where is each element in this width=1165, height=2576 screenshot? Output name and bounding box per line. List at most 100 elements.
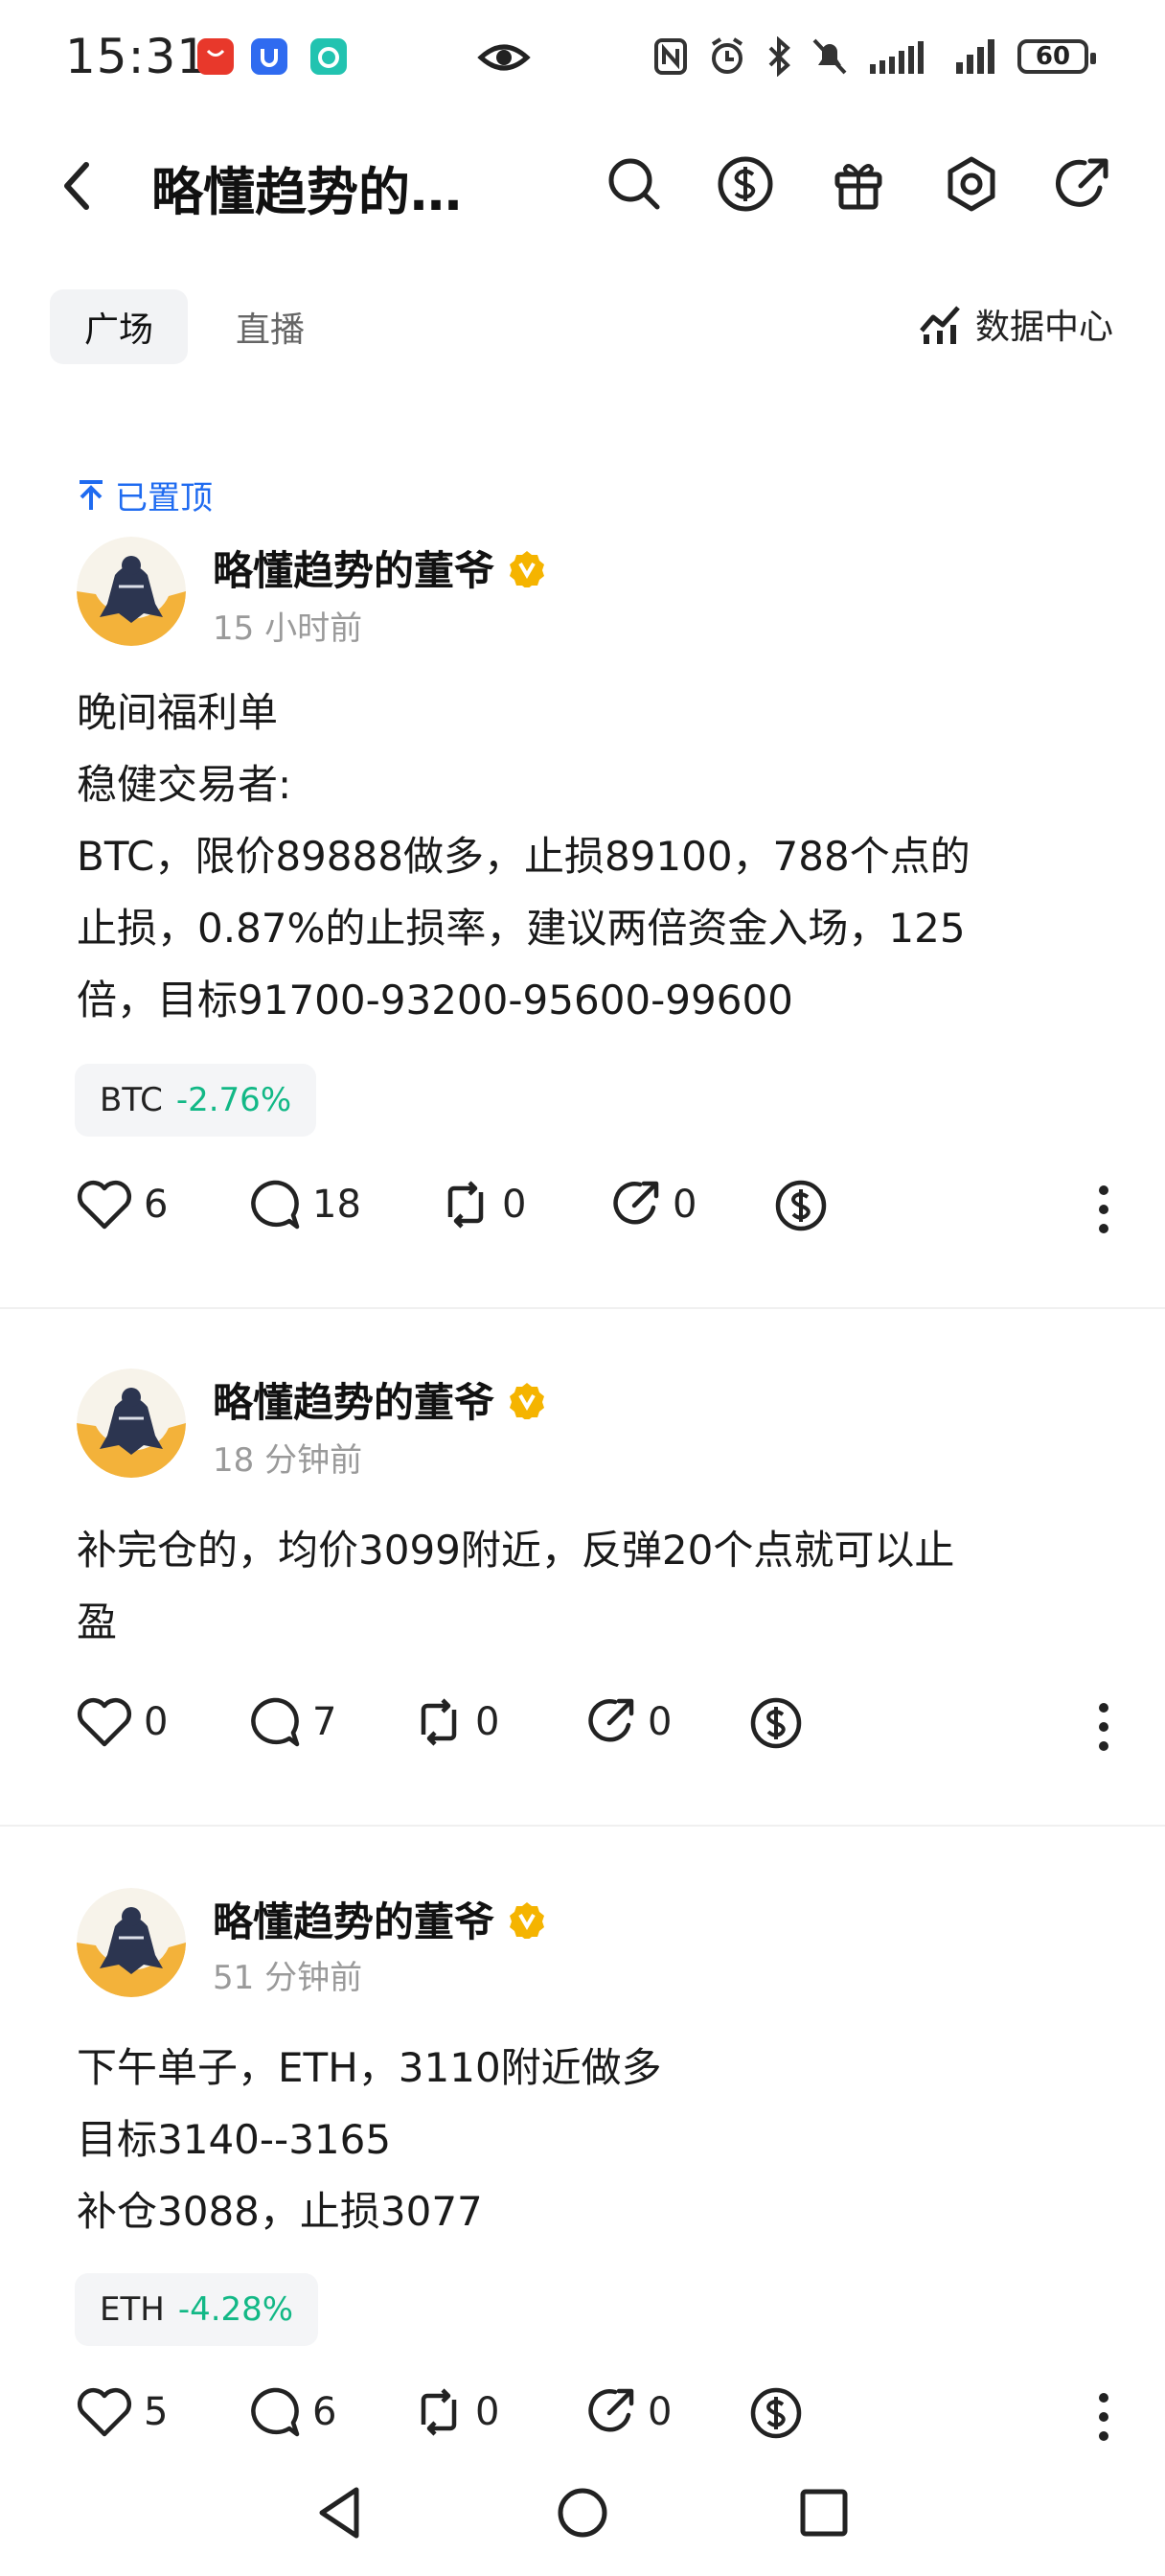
repost-icon [447, 1181, 484, 1229]
post-line: 补仓3088，止损3077 [77, 2188, 483, 2235]
comment-button[interactable]: 18 [247, 1179, 361, 1230]
share-count: 0 [648, 1700, 673, 1744]
author-name[interactable]: 略懂趋势的董爷 [213, 1370, 546, 1429]
post-actions: 0 7 0 0 [77, 1696, 1111, 1763]
dollar-icon [750, 1697, 802, 1749]
more-options-icon[interactable] [1096, 1183, 1111, 1240]
post-time: 51 分钟前 [213, 1959, 363, 1997]
verified-icon [510, 550, 545, 587]
comment-count: 6 [312, 2390, 337, 2434]
share-count: 0 [673, 1183, 697, 1227]
search-icon[interactable] [604, 153, 665, 215]
share-icon [588, 2388, 634, 2432]
repost-icon [421, 1698, 457, 1746]
coin-tag[interactable]: BTC -2.76% [75, 1064, 317, 1137]
back-button[interactable] [57, 159, 96, 217]
comment-count: 7 [312, 1700, 337, 1744]
like-count: 6 [144, 1183, 169, 1227]
heart-icon [77, 1698, 132, 1747]
repost-button[interactable]: 0 [414, 1696, 499, 1748]
more-options-icon[interactable] [1096, 1700, 1111, 1758]
comment-button[interactable]: 6 [247, 2386, 336, 2438]
battery-indicator: 60 [1017, 39, 1096, 74]
share-count: 0 [648, 2390, 673, 2434]
data-center-button[interactable]: 数据中心 [918, 299, 1113, 349]
share-icon [613, 1181, 659, 1225]
share-button[interactable]: 0 [609, 1179, 697, 1230]
avatar[interactable] [77, 1888, 186, 1997]
eye-icon [477, 38, 531, 80]
post-content[interactable]: 补完仓的，均价3099附近，反弹20个点就可以止 盈 [77, 1514, 1092, 1658]
like-count: 5 [144, 2390, 169, 2434]
post-line: 稳健交易者: [77, 761, 292, 808]
page-title: 略懂趋势的… [151, 162, 462, 222]
dollar-icon[interactable] [715, 153, 776, 215]
comment-button[interactable]: 7 [247, 1696, 336, 1748]
tip-button[interactable] [749, 2386, 803, 2440]
avatar[interactable] [77, 1368, 186, 1478]
share-button[interactable]: 0 [584, 2386, 672, 2438]
coin-symbol: BTC [100, 1081, 163, 1119]
signal-icon [870, 41, 924, 74]
nav-back-button[interactable] [312, 2484, 366, 2545]
comment-icon [251, 2387, 300, 2437]
post-line: 盈 [77, 1598, 118, 1645]
share-icon [588, 1698, 634, 1742]
post-line: 补完仓的，均价3099附近，反弹20个点就可以止 [77, 1527, 955, 1574]
tab-square[interactable]: 广场 [50, 289, 188, 364]
chart-icon [920, 306, 960, 344]
tip-button[interactable] [749, 1696, 803, 1750]
post-content[interactable]: 下午单子，ETH，3110附近做多 目标3140--3165 补仓3088，止损… [77, 2032, 1092, 2247]
post-divider [0, 1307, 1165, 1309]
nav-recents-button[interactable] [797, 2484, 851, 2545]
dollar-icon [775, 1180, 827, 1231]
like-button[interactable]: 6 [77, 1179, 168, 1230]
comment-icon [251, 1180, 300, 1230]
more-options-icon[interactable] [1096, 2390, 1111, 2448]
mute-icon [812, 38, 847, 75]
app-u-icon [251, 38, 287, 75]
share-icon[interactable] [1052, 153, 1113, 215]
repost-button[interactable]: 0 [441, 1179, 526, 1230]
tip-button[interactable] [774, 1179, 828, 1232]
like-count: 0 [144, 1700, 169, 1744]
post-line: 止损，0.87%的止损率，建议两倍资金入场，125 [77, 905, 966, 952]
post-line: 倍，目标91700-93200-95600-99600 [77, 977, 793, 1024]
repost-count: 0 [475, 1700, 500, 1744]
coin-tag[interactable]: ETH -4.28% [75, 2273, 319, 2346]
post-actions: 5 6 0 0 [77, 2386, 1111, 2453]
gift-icon[interactable] [828, 153, 889, 215]
share-button[interactable]: 0 [584, 1696, 672, 1748]
tab-live[interactable]: 直播 [213, 289, 328, 364]
post-line: 下午单子，ETH，3110附近做多 [77, 2044, 662, 2091]
comment-count: 18 [312, 1183, 361, 1227]
like-button[interactable]: 0 [77, 1696, 168, 1748]
post-line: 目标3140--3165 [77, 2116, 392, 2163]
repost-button[interactable]: 0 [414, 2386, 499, 2438]
author-name[interactable]: 略懂趋势的董爷 [213, 539, 546, 597]
heart-icon [77, 2388, 132, 2437]
pin-top-icon [80, 479, 103, 510]
bluetooth-icon [768, 36, 790, 77]
post-time: 18 分钟前 [213, 1441, 363, 1480]
post-actions: 6 18 0 0 [77, 1179, 1111, 1246]
app-b-icon [310, 38, 347, 75]
coin-change: -2.76% [175, 1081, 292, 1119]
nfc-icon [654, 38, 687, 75]
verified-icon [510, 1382, 545, 1419]
post-content[interactable]: 晚间福利单 稳健交易者: BTC，限价89888做多，止损89100，788个点… [77, 677, 1092, 1036]
like-button[interactable]: 5 [77, 2386, 168, 2438]
post-divider [0, 1825, 1165, 1827]
huawei-store-icon [197, 38, 234, 75]
signal-2-icon [956, 39, 994, 74]
alarm-icon [711, 37, 743, 74]
post-line: 晚间福利单 [77, 689, 279, 736]
nav-home-button[interactable] [556, 2484, 609, 2545]
status-time: 15:31 [65, 29, 209, 84]
settings-icon[interactable] [941, 153, 1002, 215]
heart-icon [77, 1181, 132, 1230]
author-name[interactable]: 略懂趋势的董爷 [213, 1890, 546, 1948]
post-time: 15 小时前 [213, 610, 363, 648]
coin-change: -4.28% [177, 2290, 294, 2329]
avatar[interactable] [77, 537, 186, 646]
